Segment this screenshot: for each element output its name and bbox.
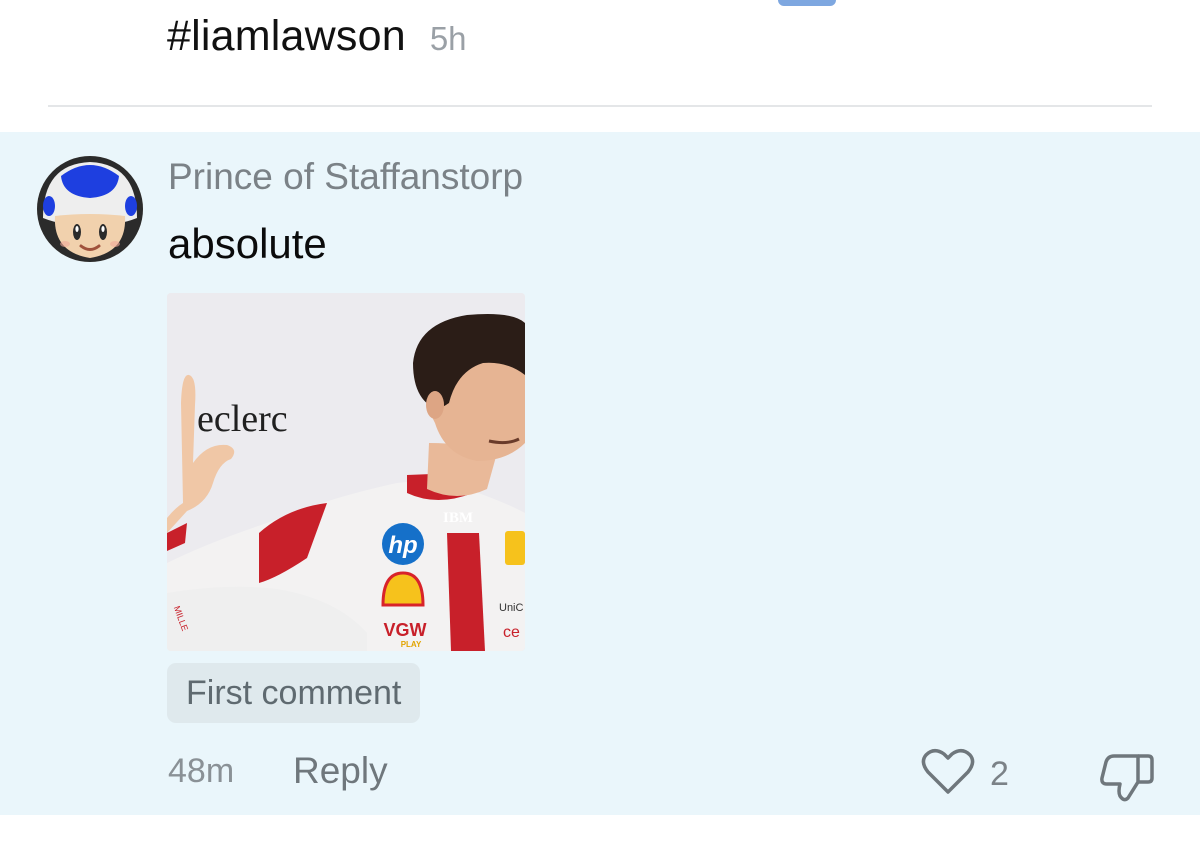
comment-author[interactable]: Prince of Staffanstorp [168,156,523,198]
divider [48,105,1152,107]
heart-outline-icon [920,748,976,801]
ibm-logo: IBM [443,510,473,526]
unicredit-logo: UniC [499,602,524,614]
emoji-fragment [778,0,836,6]
like-button[interactable]: 2 [920,748,1009,801]
previous-post-timestamp: 5h [429,20,467,57]
thumbs-down-icon [1100,754,1156,808]
comment-card: Prince of Staffanstorp absolute eclerc I… [0,132,1200,815]
image-overlay-text: eclerc [197,398,288,440]
hashtag-link[interactable]: #liamlawson [167,12,406,61]
reply-button[interactable]: Reply [293,750,388,792]
comment-timestamp: 48m [168,752,235,790]
hp-logo: hp [388,532,417,559]
comment-text: absolute [168,220,327,267]
comment-image[interactable]: eclerc IBM hp VGW PLAY UniC ce MILLE [167,293,525,651]
vgw-play-logo: PLAY [401,640,422,649]
ceva-logo: ce [503,624,520,641]
toad-avatar-icon[interactable] [37,156,143,262]
vgw-logo: VGW [384,620,427,640]
like-count: 2 [990,755,1009,793]
previous-post: #liamlawson 5h [0,0,1200,132]
dislike-button[interactable] [1100,748,1156,809]
first-comment-badge: First comment [167,663,421,723]
comment-actions: 48m Reply 2 [0,744,1200,804]
previous-post-footer: #liamlawson 5h [167,12,467,66]
bottom-area [0,815,1200,847]
